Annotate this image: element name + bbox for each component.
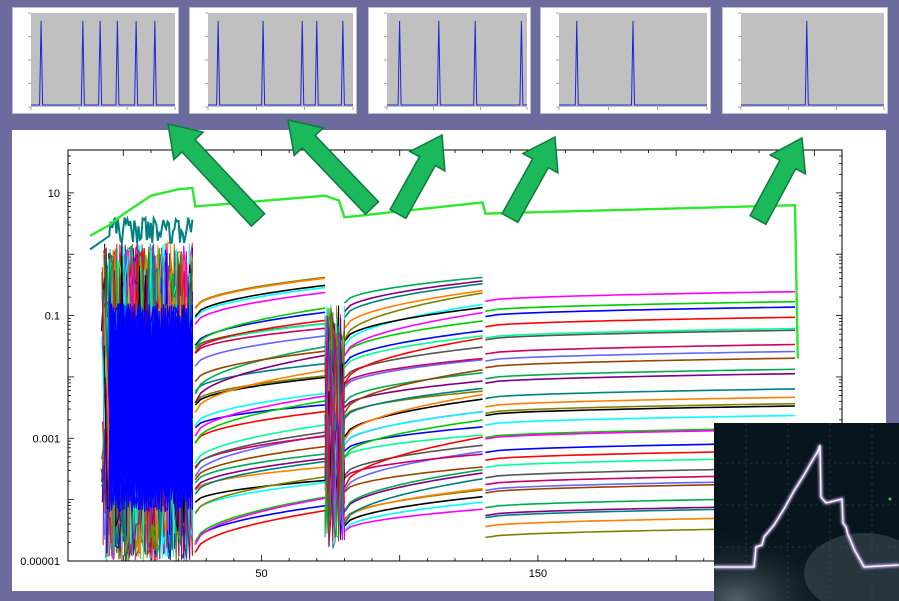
teal-trace <box>89 214 194 251</box>
thumbnail-plot-4 <box>556 12 708 110</box>
thumbnail-spectrum-5 <box>722 7 888 114</box>
thumbnail-plot-area <box>741 13 884 107</box>
thumbnail-plot-5 <box>738 12 885 110</box>
decay-trace <box>194 497 326 546</box>
y-tick-label: 0.1 <box>45 311 60 323</box>
x-tick-label: 50 <box>255 568 267 580</box>
decay-trace <box>485 316 796 328</box>
decay-trace <box>194 376 326 406</box>
thumbnail-plot-2 <box>205 12 354 110</box>
thumbnail-plot-1 <box>28 12 176 110</box>
decay-trace <box>485 396 796 408</box>
thumbnail-spectrum-4 <box>540 7 711 114</box>
oscilloscope-photo-inset <box>714 423 899 601</box>
top-series-trace <box>89 186 799 359</box>
decay-trace <box>343 380 483 408</box>
y-tick-label: 0.00001 <box>20 556 60 568</box>
decay-trace <box>194 323 326 352</box>
thumbnail-plot-area <box>208 13 353 107</box>
y-tick-label: 0.001 <box>32 433 60 445</box>
thumbnail-plot-3 <box>384 12 528 110</box>
thumbnail-spectrum-3 <box>368 7 531 114</box>
decay-trace <box>485 388 796 400</box>
oscilloscope-trace <box>714 423 899 601</box>
y-tick-label: 10 <box>48 188 60 200</box>
decay-trace <box>194 276 326 309</box>
thumbnail-spectrum-2 <box>189 7 357 114</box>
decay-trace <box>343 478 483 525</box>
decay-trace <box>485 306 796 318</box>
thumbnail-spectrum-1 <box>12 7 179 114</box>
decay-trace <box>343 330 483 365</box>
decay-trace <box>343 390 483 417</box>
decay-trace <box>485 405 796 417</box>
x-tick-label: 150 <box>529 568 547 580</box>
decay-trace <box>343 508 483 533</box>
decay-trace <box>485 290 796 302</box>
decay-trace <box>194 431 326 470</box>
thumbnail-plot-area <box>387 13 527 107</box>
decay-trace <box>485 357 796 369</box>
decay-trace <box>343 466 483 493</box>
